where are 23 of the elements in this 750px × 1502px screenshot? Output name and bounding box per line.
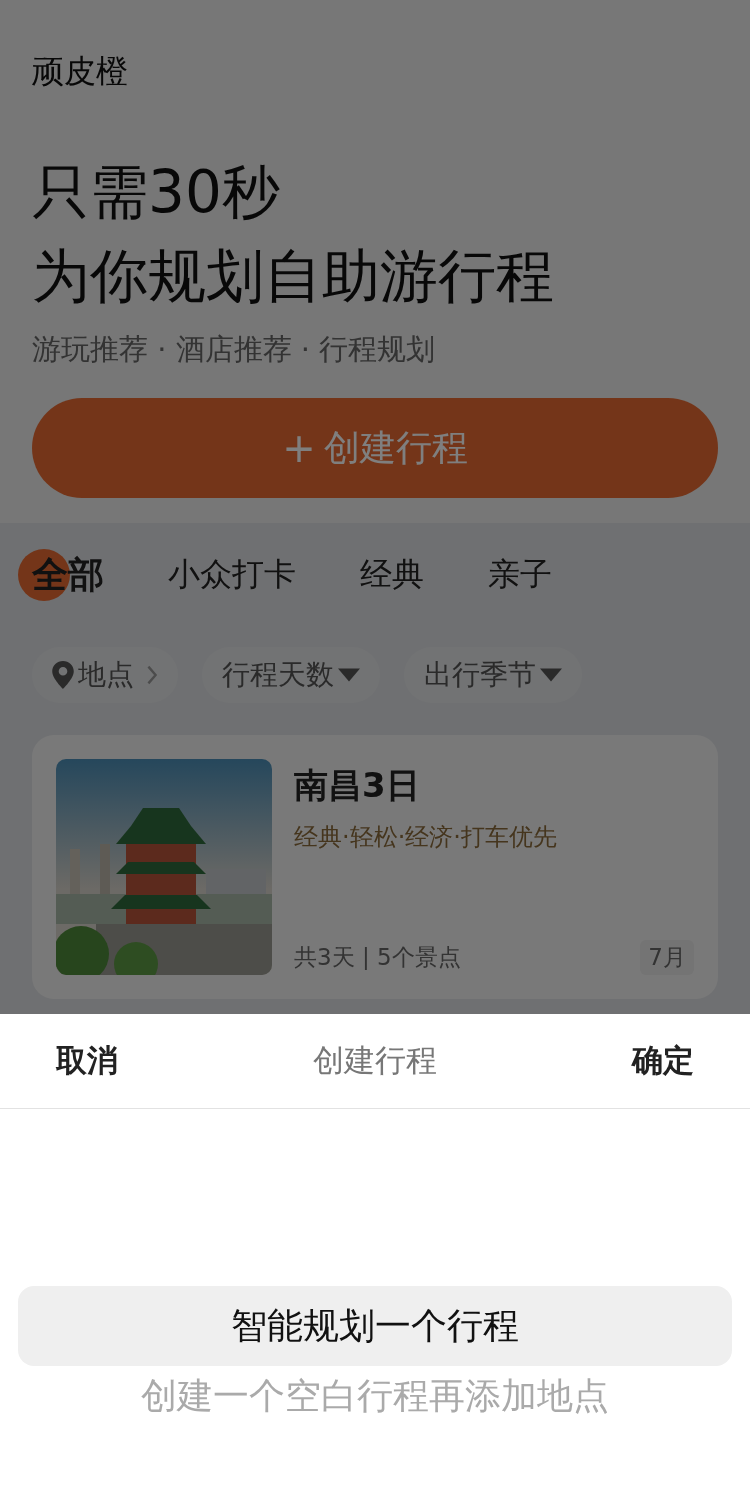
- sheet-title: 创建行程: [313, 1041, 437, 1080]
- category-tab[interactable]: 亲子: [488, 553, 552, 597]
- chevron-right-icon: [146, 664, 158, 686]
- trip-card[interactable]: 南昌3日 经典·轻松·经济·打车优先 共3天 | 5个景点 7月: [32, 735, 718, 999]
- app-name: 顽皮橙: [32, 51, 128, 92]
- cancel-button[interactable]: 取消: [56, 1040, 118, 1082]
- subtitle: 游玩推荐 · 酒店推荐 · 行程规划: [32, 331, 436, 368]
- location-pin-icon: [52, 661, 74, 689]
- category-tab[interactable]: 经典: [360, 553, 424, 597]
- create-trip-button[interactable]: + 创建行程: [32, 398, 718, 498]
- month-badge: 7月: [640, 940, 694, 975]
- trip-tags: 经典·轻松·经济·打车优先: [294, 821, 557, 853]
- blank-trip-option[interactable]: 创建一个空白行程再添加地点: [141, 1372, 609, 1421]
- confirm-button[interactable]: 确定: [632, 1040, 694, 1082]
- category-tab[interactable]: 全部: [18, 549, 104, 601]
- dropdown-triangle-icon: [338, 668, 360, 682]
- smart-plan-button[interactable]: 智能规划一个行程: [18, 1286, 732, 1366]
- dropdown-triangle-icon: [540, 668, 562, 682]
- trip-title: 南昌3日: [294, 764, 420, 807]
- headline: 为你规划自助游行程: [32, 241, 554, 312]
- trip-summary: 共3天 | 5个景点: [294, 943, 461, 972]
- category-tab[interactable]: 小众打卡: [168, 553, 296, 597]
- headline: 只需30秒: [32, 157, 280, 228]
